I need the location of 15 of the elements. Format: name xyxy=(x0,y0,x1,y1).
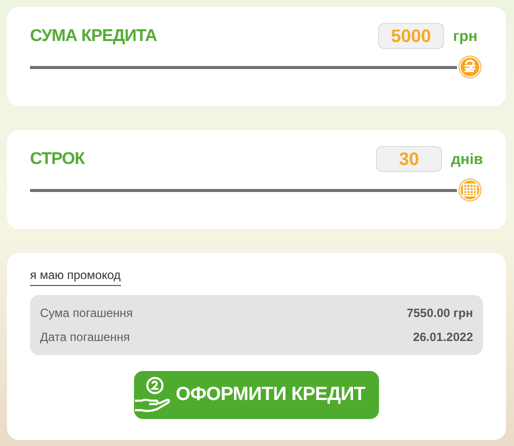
summary-value: 26.01.2022 xyxy=(412,330,473,344)
value-field[interactable]: 5000 xyxy=(378,23,444,49)
slider-label: СТРОК xyxy=(30,149,86,169)
summary-label: Дата погашення xyxy=(40,330,130,344)
summary-label: Сума погашення xyxy=(40,306,133,320)
slider-label: СУМА КРЕДИТА xyxy=(30,26,158,46)
hryvnia-coin-icon[interactable] xyxy=(456,53,484,81)
summary-value: 7550.00 грн xyxy=(406,306,473,320)
unit-label: грн xyxy=(453,28,478,44)
promo-code-link[interactable]: я маю промокод xyxy=(30,268,121,286)
hand-coin-icon xyxy=(134,376,172,414)
value-field[interactable]: 30 xyxy=(376,146,442,172)
calendar-icon[interactable] xyxy=(456,176,484,204)
submit-button[interactable]: ОФОРМИТИ КРЕДИТ xyxy=(134,371,380,419)
unit-label: днів xyxy=(451,150,483,168)
